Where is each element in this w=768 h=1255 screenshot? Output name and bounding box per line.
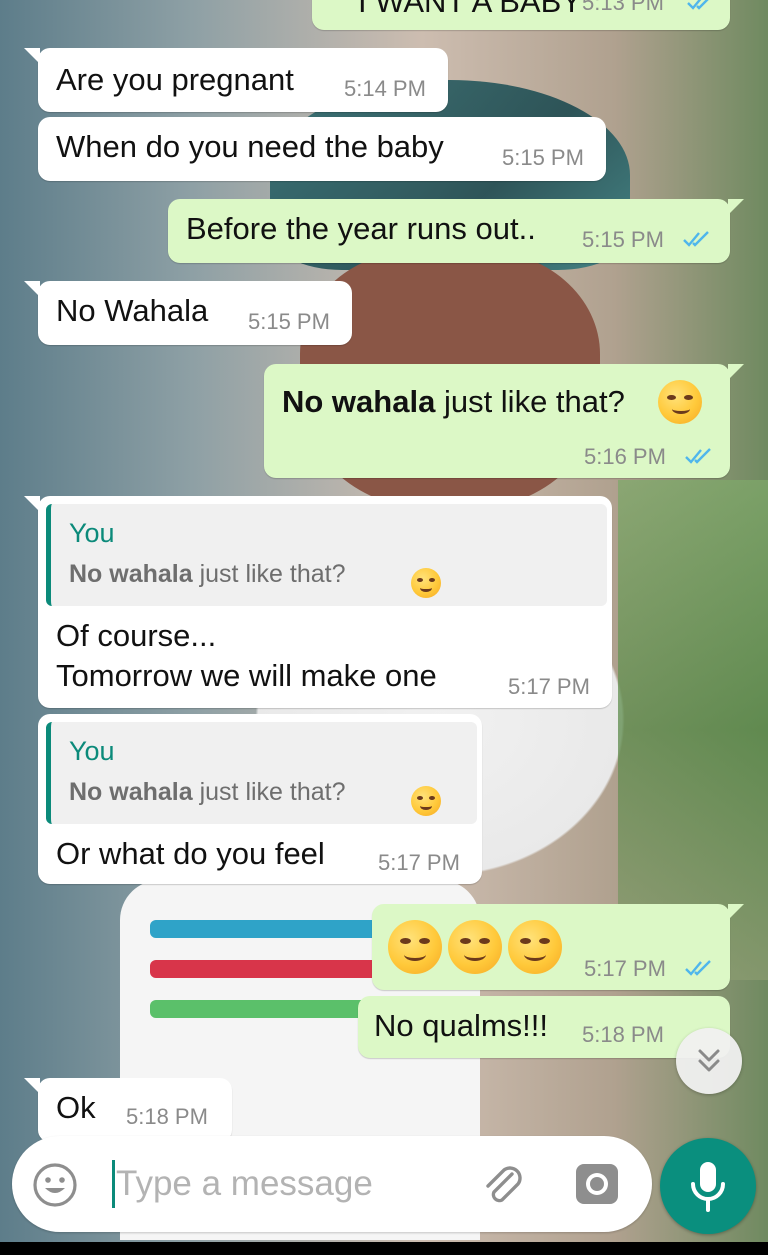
message-time: 5:13 PM [582, 0, 664, 15]
message-text: Or what do you feel [56, 836, 325, 871]
message-bubble-outgoing[interactable]: Before the year runs out.. 5:15 PM [168, 199, 744, 263]
message-text: I WANT A BABY [358, 0, 582, 19]
microphone-button[interactable] [660, 1138, 756, 1234]
message-bubble-incoming[interactable]: Ok 5:18 PM [24, 1078, 232, 1142]
wallpaper-stripe [150, 960, 380, 978]
message-time: 5:18 PM [126, 1104, 208, 1129]
double-chevron-down-icon [698, 1049, 720, 1072]
message-text-rest: just like that? [435, 384, 625, 419]
message-time: 5:17 PM [584, 956, 666, 981]
quoted-message[interactable]: You No wahala just like that? [46, 504, 607, 606]
quoted-text-rest: just like that? [192, 560, 346, 588]
wallpaper-stripe [150, 1000, 380, 1018]
message-time: 5:15 PM [248, 309, 330, 334]
quoted-author: You [69, 518, 115, 548]
message-bubble-incoming[interactable]: When do you need the baby 5:15 PM [38, 117, 606, 181]
read-ticks-icon [683, 231, 709, 247]
message-text-line: Of course... [56, 618, 217, 653]
smirking-face-icon [411, 786, 441, 816]
message-text-line: Tomorrow we will make one [56, 658, 437, 693]
camera-icon[interactable] [572, 1160, 622, 1208]
message-time: 5:14 PM [344, 76, 426, 101]
message-bubble-outgoing[interactable]: 5:17 PM [372, 904, 744, 990]
message-bubble-outgoing[interactable]: I WANT A BABY 5:13 PM [312, 0, 730, 30]
message-composer [12, 1136, 652, 1232]
microphone-icon [691, 1162, 725, 1212]
message-bubble-incoming[interactable]: No Wahala 5:15 PM [24, 281, 352, 345]
message-bubble-outgoing[interactable]: No qualms!!! 5:18 PM [358, 996, 730, 1058]
smiling-face-icon [388, 920, 442, 974]
message-bubble-incoming-reply[interactable]: You No wahala just like that? Or what do… [38, 714, 482, 884]
quoted-text-bold: No wahala [69, 778, 193, 806]
message-bubble-outgoing[interactable]: No wahala just like that? 5:16 PM [264, 364, 744, 478]
read-ticks-icon [687, 0, 709, 10]
message-input[interactable] [108, 1156, 476, 1212]
bottom-edge [0, 1242, 768, 1255]
scroll-to-bottom-button[interactable] [676, 1028, 742, 1094]
paperclip-icon[interactable] [478, 1160, 526, 1208]
message-time: 5:15 PM [582, 227, 664, 252]
message-text: Before the year runs out.. [186, 211, 536, 246]
message-text-bold: No wahala [282, 384, 436, 419]
quoted-author: You [69, 736, 115, 766]
smirking-face-icon [658, 380, 702, 424]
smirking-face-icon [411, 568, 441, 598]
quoted-text: No wahala just like that? [69, 560, 346, 589]
smiling-face-icon [508, 920, 562, 974]
read-ticks-icon [685, 448, 711, 464]
message-text: No qualms!!! [374, 1008, 549, 1043]
message-time: 5:15 PM [502, 145, 584, 170]
message-text: No wahala just like that? [282, 384, 625, 420]
message-text: When do you need the baby [56, 129, 444, 164]
quoted-message[interactable]: You No wahala just like that? [46, 722, 477, 824]
message-bubble-incoming[interactable]: Are you pregnant 5:14 PM [24, 48, 448, 112]
message-text: Ok [56, 1090, 96, 1125]
message-time: 5:18 PM [582, 1022, 664, 1047]
smiling-face-icon [448, 920, 502, 974]
quoted-text: No wahala just like that? [69, 778, 346, 807]
quoted-text-bold: No wahala [69, 560, 193, 588]
message-text: No Wahala [56, 293, 209, 328]
message-time: 5:17 PM [378, 850, 460, 875]
message-time: 5:16 PM [584, 444, 666, 469]
message-text: Are you pregnant [56, 62, 294, 97]
quoted-text-rest: just like that? [192, 778, 346, 806]
emoji-icon[interactable] [32, 1162, 78, 1208]
read-ticks-icon [685, 960, 711, 976]
message-bubble-incoming-reply[interactable]: You No wahala just like that? Of course.… [24, 496, 612, 708]
wallpaper-stripe [150, 920, 380, 938]
chat-screen: I WANT A BABY 5:13 PM Are you pregnant 5… [0, 0, 768, 1242]
message-time: 5:17 PM [508, 674, 590, 699]
